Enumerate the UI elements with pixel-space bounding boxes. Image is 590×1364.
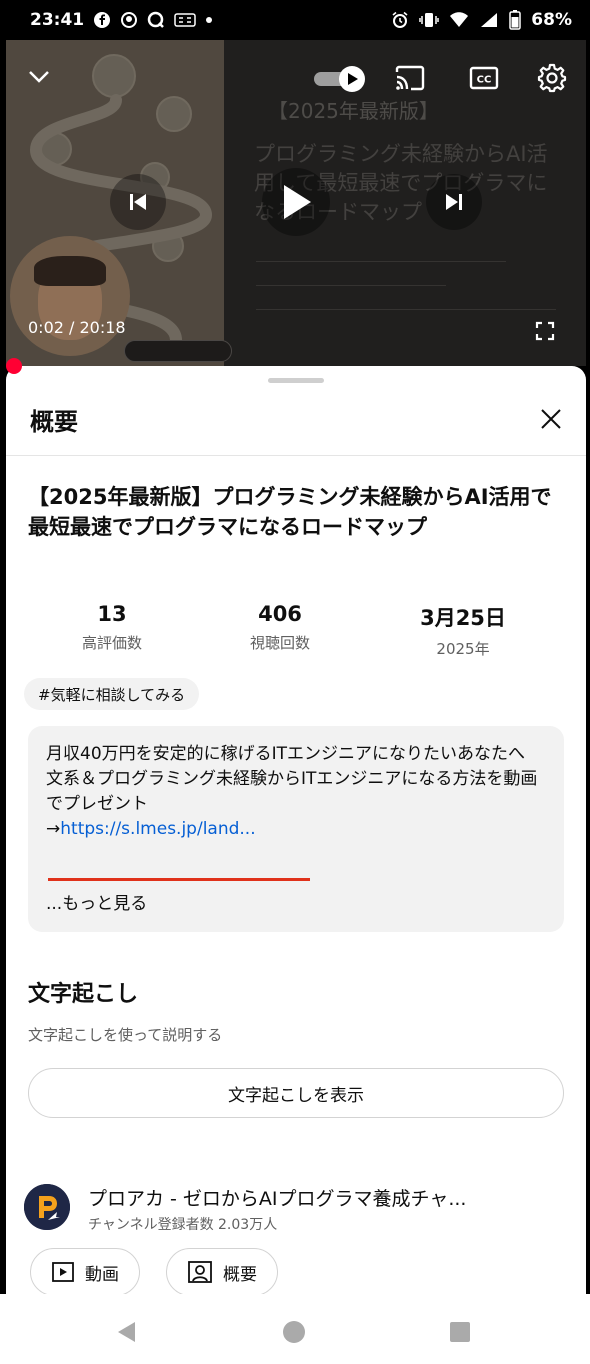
chevron-down-icon <box>29 71 49 83</box>
recents-button[interactable] <box>446 1318 474 1346</box>
time-separator: / <box>63 318 80 337</box>
channel-name[interactable]: プロアカ - ゼロからAIプログラマ養成チャ... <box>88 1184 466 1211</box>
signal-icon <box>479 11 499 29</box>
wifi-icon <box>449 11 469 29</box>
navigation-bar <box>0 1294 590 1364</box>
stat-views: 406 視聴回数 <box>220 602 340 653</box>
back-button[interactable] <box>112 1318 140 1346</box>
description-box[interactable]: 月収40万円を安定的に稼げるITエンジニアになりたいあなたへ 文系＆プログラミン… <box>28 726 564 932</box>
fullscreen-icon <box>535 321 555 341</box>
back-triangle-icon <box>118 1322 135 1342</box>
skip-previous-icon <box>130 194 146 210</box>
stat-value: 13 <box>97 602 127 626</box>
videos-button-label: 動画 <box>85 1264 119 1285</box>
dot-icon <box>205 16 213 24</box>
sheet-title: 概要 <box>30 408 78 436</box>
alarm-icon <box>391 11 409 29</box>
battery-icon <box>509 10 522 30</box>
recents-square-icon <box>450 1322 470 1342</box>
description-line: 文系＆プログラミング未経験からITエンジニアになる方法を動画でプレゼント <box>46 769 538 814</box>
divider <box>6 455 586 456</box>
play-icon <box>284 185 311 219</box>
duration: 20:18 <box>79 318 126 337</box>
stat-value: 406 <box>258 602 302 626</box>
home-circle-icon <box>283 1321 305 1343</box>
settings-button[interactable] <box>534 60 570 96</box>
drag-handle[interactable] <box>268 378 324 383</box>
about-button-label: 概要 <box>223 1264 257 1285</box>
transcript-subtext: 文字起こしを使って説明する <box>28 1026 223 1044</box>
progress-scrubber[interactable] <box>6 358 22 374</box>
messenger-icon <box>120 11 138 29</box>
previous-button[interactable] <box>110 174 166 230</box>
hashtag-chip[interactable]: #気軽に相談してみる <box>24 678 200 710</box>
svg-text:CC: CC <box>477 75 492 86</box>
gear-icon <box>537 63 567 93</box>
channel-avatar[interactable] <box>24 1184 70 1230</box>
vibrate-icon <box>419 11 440 29</box>
status-right: 68% <box>391 10 572 30</box>
current-time: 0:02 <box>28 318 64 337</box>
description-sheet: 概要 【2025年最新版】プログラミング未経験からAI活用で最短最速でプログラマ… <box>6 366 586 1294</box>
next-button[interactable] <box>426 174 482 230</box>
channel-subscribers: チャンネル登録者数 2.03万人 <box>88 1217 278 1233</box>
closed-captions-icon: CC <box>469 66 499 90</box>
description-link-row: →https://s.lmes.jp/land... <box>46 817 546 842</box>
video-player[interactable]: 【2025年最新版】 プログラミング未経験からAI活用して最短最速でプログラマに… <box>6 40 586 366</box>
transcript-heading: 文字起こし <box>28 982 139 1007</box>
skip-next-icon <box>446 194 462 210</box>
person-box-icon <box>188 1261 212 1283</box>
collapse-button[interactable] <box>24 62 54 92</box>
status-left: 23:41 <box>30 10 213 30</box>
home-button[interactable] <box>280 1318 308 1346</box>
stat-label: 視聴回数 <box>249 634 310 652</box>
show-transcript-button[interactable]: 文字起こしを表示 <box>28 1068 564 1118</box>
play-button[interactable] <box>262 168 330 236</box>
channel-logo-icon <box>24 1184 70 1230</box>
video-title: 【2025年最新版】プログラミング未経験からAI活用で最短最速でプログラマになる… <box>28 485 552 539</box>
autoplay-toggle-icon <box>314 66 365 92</box>
player-control-strip <box>124 340 232 362</box>
about-button[interactable]: 概要 <box>166 1248 278 1294</box>
close-icon <box>541 409 561 429</box>
stat-value: 3月25日 <box>420 606 506 630</box>
facebook-icon <box>93 11 111 29</box>
video-play-icon <box>52 1262 74 1282</box>
q-app-icon <box>147 11 165 29</box>
stat-label: 2025年 <box>436 640 490 658</box>
status-time: 23:41 <box>30 10 85 30</box>
captions-button[interactable]: CC <box>466 62 502 94</box>
cast-button[interactable] <box>392 62 428 94</box>
fullscreen-button[interactable] <box>530 316 560 346</box>
autoplay-toggle[interactable] <box>312 64 368 94</box>
close-button[interactable] <box>536 404 566 434</box>
stat-label: 高評価数 <box>81 634 142 652</box>
description-line: 月収40万円を安定的に稼げるITエンジニアになりたいあなたへ <box>46 744 526 764</box>
stat-likes: 13 高評価数 <box>52 602 172 653</box>
arrow-text: → <box>46 819 61 839</box>
screen-border-right <box>586 40 590 1294</box>
show-more-button[interactable]: ...もっと見る <box>46 892 147 917</box>
annotation-underline <box>48 878 310 881</box>
screen-border-left <box>0 40 6 1294</box>
description-link[interactable]: https://s.lmes.jp/land... <box>60 819 255 839</box>
cast-icon <box>395 65 425 91</box>
app-icon <box>174 12 196 28</box>
status-bar: 23:41 68% <box>0 0 590 40</box>
battery-percent: 68% <box>531 10 572 30</box>
time-display: 0:02 / 20:18 <box>28 318 126 337</box>
videos-button[interactable]: 動画 <box>30 1248 140 1294</box>
stat-date: 3月25日 2025年 <box>398 602 528 659</box>
